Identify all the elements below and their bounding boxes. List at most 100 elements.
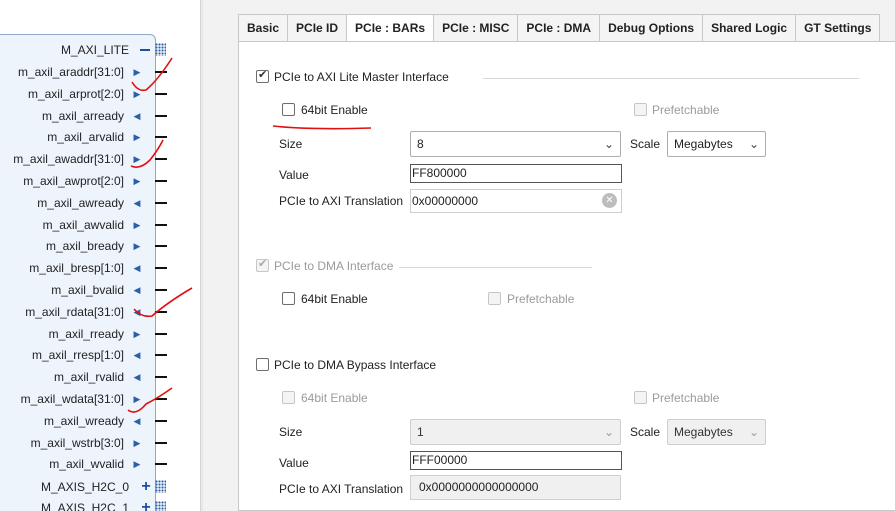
port-pin[interactable] <box>155 311 167 313</box>
axi-lite-value-field[interactable]: FF800000 <box>410 164 622 183</box>
bus-interface-icon[interactable] <box>155 501 166 511</box>
port-pin[interactable] <box>155 93 167 95</box>
right-arrow-icon: ▶ <box>133 154 141 164</box>
dma-bypass-64bit-checkbox[interactable] <box>282 391 295 404</box>
left-arrow-icon: ◀ <box>133 111 141 121</box>
tab-shared-logic[interactable]: Shared Logic <box>702 14 797 41</box>
port-label: m_axil_rready <box>48 327 124 341</box>
dma-bypass-scale-label: Scale <box>630 425 661 439</box>
left-arrow-icon: ◀ <box>133 416 141 426</box>
chevron-down-icon: ⌄ <box>603 425 614 439</box>
bus-label-m-axis-h2c-1: M_AXIS_H2C_1 <box>40 501 129 511</box>
port-label: m_axil_wready <box>43 414 124 428</box>
bus-interface-icon[interactable] <box>155 480 166 493</box>
collapse-icon[interactable] <box>140 49 150 51</box>
dma-bypass-value-label: Value <box>279 456 309 470</box>
tab-gt-settings[interactable]: GT Settings <box>795 14 881 41</box>
axi-lite-enable-checkbox[interactable] <box>256 68 269 83</box>
dma-64bit-label: 64bit Enable <box>301 292 368 306</box>
port-label: m_axil_arvalid <box>47 130 124 144</box>
tab-pcie-id[interactable]: PCIe ID <box>287 14 348 41</box>
dma-bypass-translation-field[interactable]: 0x0000000000000000 <box>410 475 621 500</box>
port-pin[interactable] <box>155 376 167 378</box>
axi-lite-scale-select[interactable]: Megabytes ⌄ <box>667 131 766 157</box>
port-pin[interactable] <box>155 158 167 160</box>
dma-bypass-scale-select[interactable]: Megabytes ⌄ <box>667 419 766 445</box>
right-arrow-icon: ▶ <box>133 438 141 448</box>
tab-pcie-misc[interactable]: PCIe : MISC <box>433 14 519 41</box>
axi-lite-size-select[interactable]: 8 ⌄ <box>410 131 621 157</box>
dma-enable-checkbox[interactable] <box>256 257 269 272</box>
chevron-down-icon: ⌄ <box>748 425 759 439</box>
port-label: m_axil_bresp[1:0] <box>29 261 124 275</box>
port-label: m_axil_awaddr[31:0] <box>13 152 124 166</box>
plus-icon[interactable]: + <box>140 478 152 496</box>
left-arrow-icon: ◀ <box>133 372 141 382</box>
block-diagram-panel: M_AXI_LITE m_axil_araddr[31:0] ▶ m_axil_ar… <box>0 0 200 511</box>
right-arrow-icon: ▶ <box>133 459 141 469</box>
port-pin[interactable] <box>155 224 167 226</box>
tab-basic[interactable]: Basic <box>238 14 289 41</box>
axi-lite-translation-field[interactable]: 0x00000000 ✕ <box>410 189 622 213</box>
axi-lite-prefetchable-label: Prefetchable <box>652 103 720 117</box>
axi-lite-translation-value: 0x00000000 <box>412 194 479 208</box>
axi-lite-enable-label: PCIe to AXI Lite Master Interface <box>274 70 449 84</box>
port-pin[interactable] <box>155 420 167 422</box>
red-underline-mark <box>272 125 372 130</box>
axi-lite-size-value: 8 <box>417 137 424 151</box>
port-pin[interactable] <box>155 267 167 269</box>
dma-64bit-checkbox[interactable] <box>282 292 295 305</box>
bars-tab-content: PCIe to AXI Lite Master Interface 64bit … <box>238 41 895 511</box>
port-label: m_axil_awprot[2:0] <box>23 174 124 188</box>
port-pin[interactable] <box>155 202 167 204</box>
dma-bypass-value-field[interactable]: FFF00000 <box>410 451 622 470</box>
port-pin[interactable] <box>155 180 167 182</box>
right-arrow-icon: ▶ <box>133 394 141 404</box>
tab-pcie-dma[interactable]: PCIe : DMA <box>517 14 601 41</box>
dma-bypass-scale-value: Megabytes <box>674 425 733 439</box>
chevron-down-icon: ⌄ <box>603 137 614 151</box>
bus-interface-icon[interactable] <box>155 43 166 56</box>
dma-enable-label: PCIe to DMA Interface <box>274 259 394 273</box>
port-pin[interactable] <box>155 354 167 356</box>
dma-bypass-size-select[interactable]: 1 ⌄ <box>410 419 621 445</box>
dma-bypass-size-label: Size <box>279 425 303 439</box>
port-pin[interactable] <box>155 136 167 138</box>
left-arrow-icon: ◀ <box>133 307 141 317</box>
tab-bar: Basic PCIe ID PCIe : BARs PCIe : MISC PC… <box>238 14 881 42</box>
axi-lite-64bit-label: 64bit Enable <box>301 103 368 117</box>
dma-prefetchable-checkbox[interactable] <box>488 292 501 305</box>
port-pin[interactable] <box>155 245 167 247</box>
tab-debug-options[interactable]: Debug Options <box>599 14 704 41</box>
dma-bypass-prefetchable-checkbox[interactable] <box>634 391 647 404</box>
port-pin[interactable] <box>155 115 167 117</box>
port-pin[interactable] <box>155 289 167 291</box>
chevron-down-icon: ⌄ <box>748 137 759 151</box>
port-label: m_axil_arready <box>41 109 124 123</box>
right-arrow-icon: ▶ <box>133 89 141 99</box>
port-label: m_axil_bready <box>45 239 124 253</box>
port-pin[interactable] <box>155 333 167 335</box>
bus-label-m-axi-lite: M_AXI_LITE <box>60 43 129 57</box>
port-pin[interactable] <box>155 71 167 73</box>
port-pin[interactable] <box>155 463 167 465</box>
port-pin[interactable] <box>155 398 167 400</box>
clear-icon[interactable]: ✕ <box>602 193 617 208</box>
port-label: m_axil_araddr[31:0] <box>17 65 124 79</box>
dma-bypass-enable-checkbox[interactable] <box>256 358 269 371</box>
right-arrow-icon: ▶ <box>133 67 141 77</box>
axi-lite-64bit-checkbox[interactable] <box>282 103 295 116</box>
dma-prefetchable-label: Prefetchable <box>507 292 575 306</box>
axi-lite-prefetchable-checkbox[interactable] <box>634 103 647 116</box>
port-label: m_axil_awvalid <box>42 218 124 232</box>
plus-icon[interactable]: + <box>140 499 152 511</box>
port-label: m_axil_wdata[31:0] <box>20 392 124 406</box>
tab-pcie-bars[interactable]: PCIe : BARs <box>346 14 435 42</box>
right-arrow-icon: ▶ <box>133 220 141 230</box>
left-arrow-icon: ◀ <box>133 285 141 295</box>
right-arrow-icon: ▶ <box>133 132 141 142</box>
dma-bypass-enable-label: PCIe to DMA Bypass Interface <box>274 358 437 372</box>
axi-lite-value-label: Value <box>279 168 309 182</box>
port-pin[interactable] <box>155 442 167 444</box>
dma-bypass-prefetchable-label: Prefetchable <box>652 391 720 405</box>
